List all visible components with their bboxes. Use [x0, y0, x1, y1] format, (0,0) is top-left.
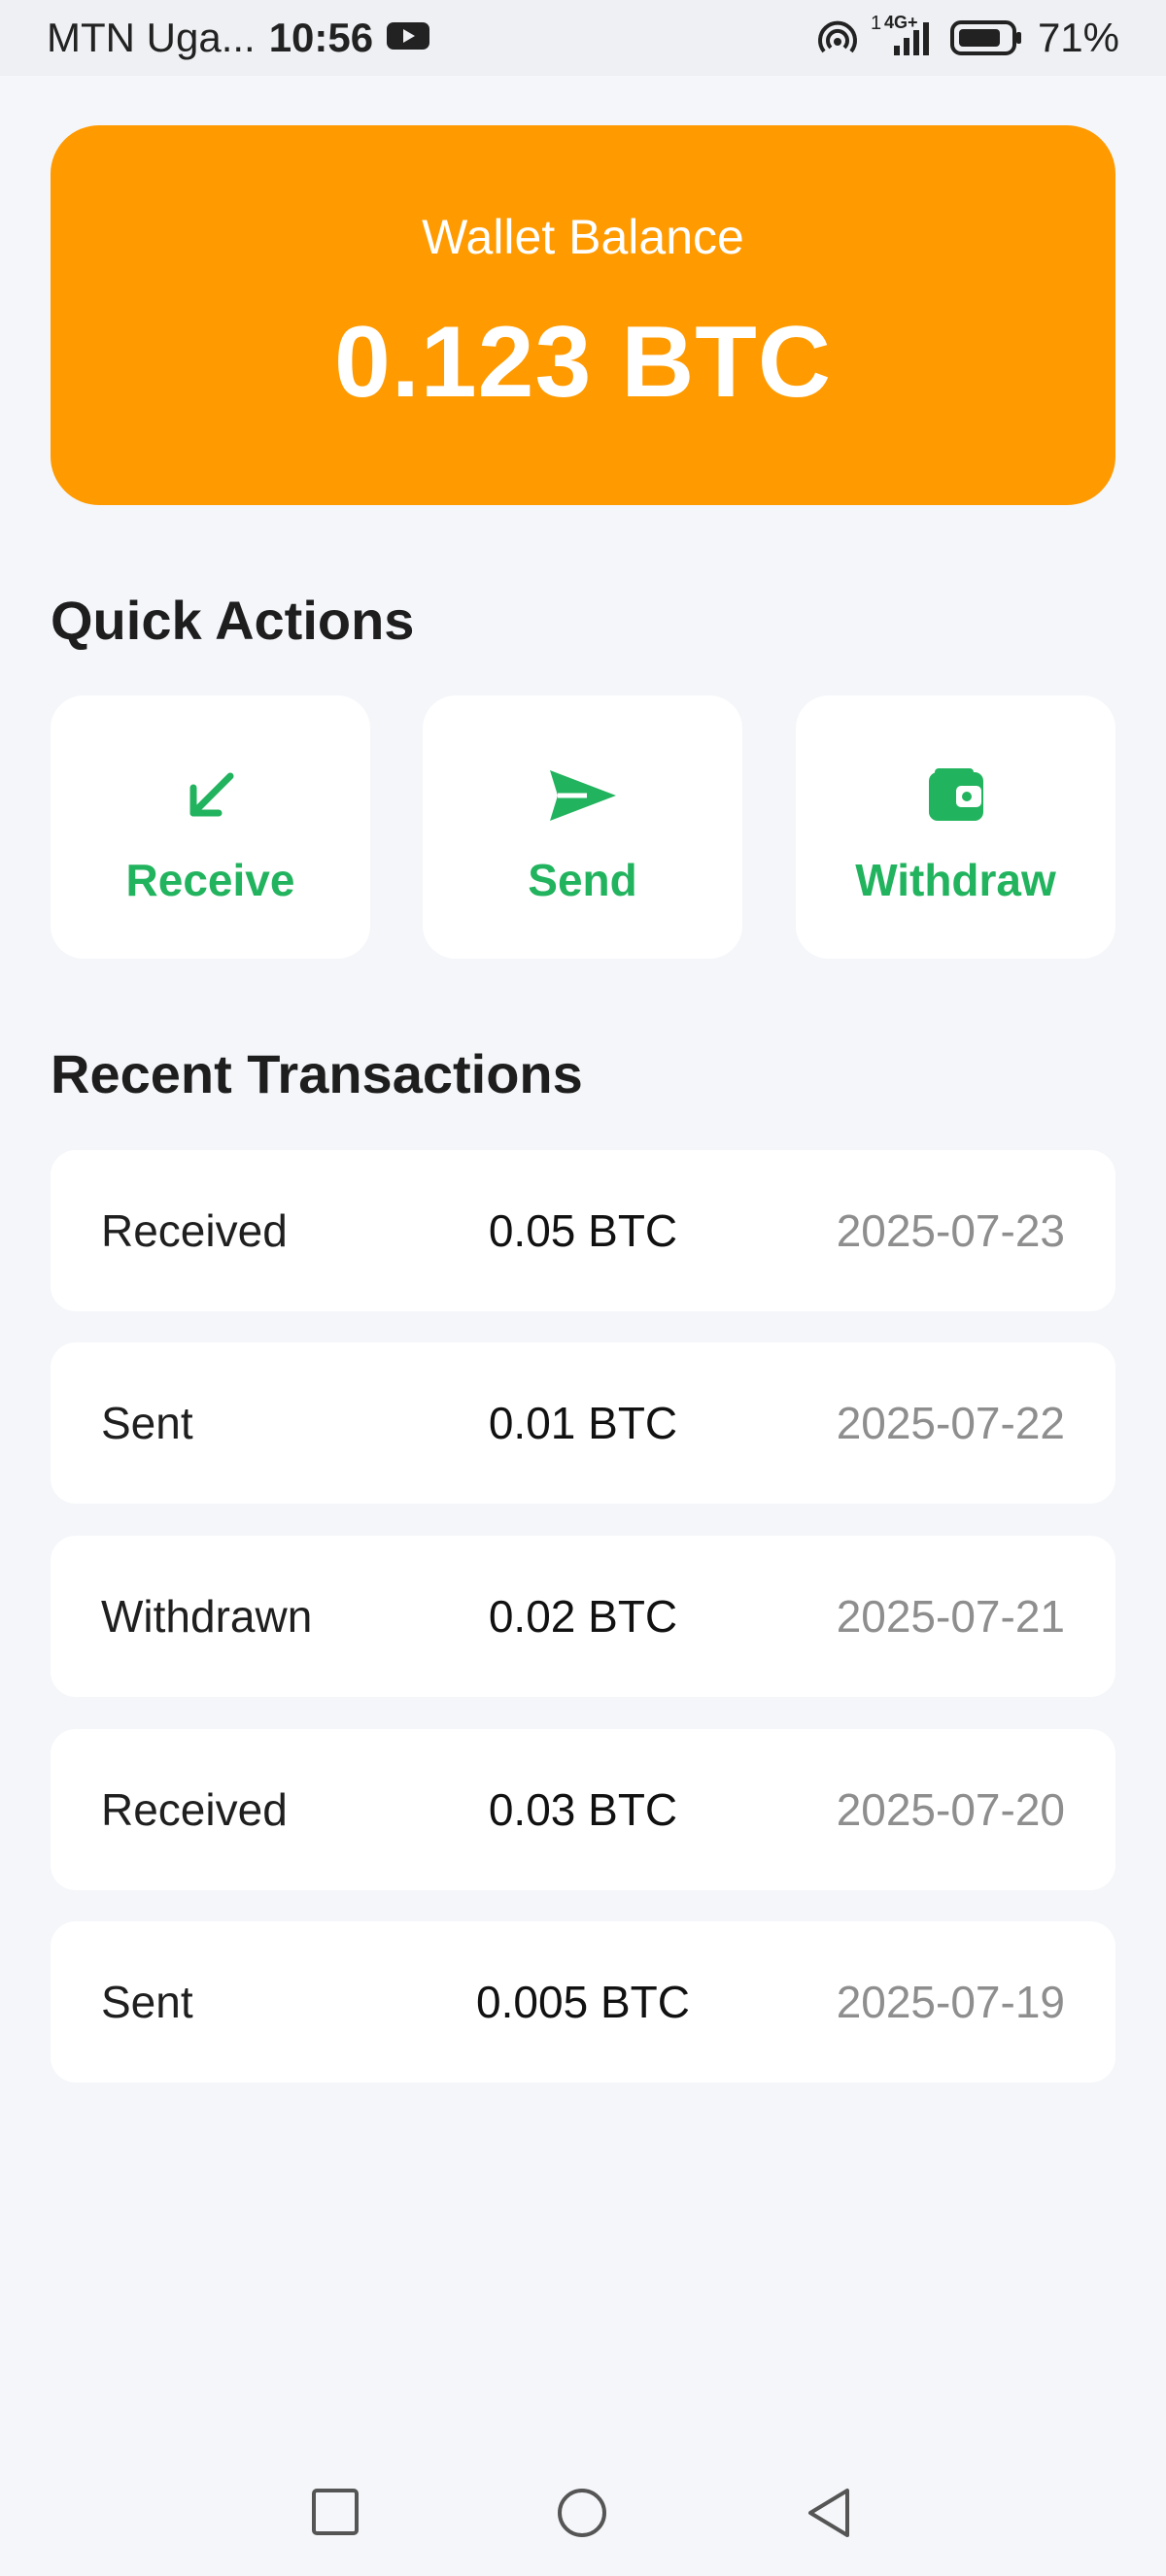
clock: 10:56 [268, 15, 374, 60]
arrow-down-left-icon [51, 752, 370, 839]
transaction-row[interactable]: Received 0.03 BTC 2025-07-20 [51, 1729, 1115, 1890]
transaction-row[interactable]: Received 0.05 BTC 2025-07-23 [51, 1150, 1115, 1311]
send-button[interactable]: Send [423, 695, 742, 959]
receive-button[interactable]: Receive [51, 695, 370, 959]
youtube-notification-icon [387, 15, 430, 61]
wallet-balance-label: Wallet Balance [422, 210, 744, 264]
battery-icon [949, 18, 1024, 57]
status-bar-left: MTN Uga... 10:56 [47, 15, 430, 61]
recents-square-icon[interactable] [310, 2487, 360, 2542]
transaction-row[interactable]: Withdrawn 0.02 BTC 2025-07-21 [51, 1536, 1115, 1697]
send-icon [423, 752, 742, 839]
carrier-name: MTN Uga... [47, 15, 256, 60]
transaction-date: 2025-07-19 [836, 1977, 1065, 2027]
status-bar-right: 1 4G+ 71% [816, 13, 1119, 61]
transaction-date: 2025-07-22 [836, 1398, 1065, 1448]
transaction-date: 2025-07-23 [836, 1205, 1065, 1256]
recent-transactions-title: Recent Transactions [51, 1043, 583, 1104]
transaction-date: 2025-07-21 [836, 1591, 1065, 1642]
wallet-icon [796, 752, 1115, 839]
transaction-row[interactable]: Sent 0.005 BTC 2025-07-19 [51, 1921, 1115, 2083]
send-label: Send [528, 855, 637, 905]
home-circle-icon[interactable] [556, 2487, 608, 2544]
sim-slot-label: 1 [870, 13, 882, 34]
battery-percent: 71% [1037, 15, 1119, 60]
status-bar: MTN Uga... 10:56 1 4G+ 71% [0, 0, 1166, 76]
back-triangle-icon[interactable] [805, 2487, 855, 2544]
signal-icon: 1 4G+ [871, 13, 937, 57]
transaction-date: 2025-07-20 [836, 1784, 1065, 1835]
network-type-label: 4G+ [883, 13, 918, 32]
withdraw-button[interactable]: Withdraw [796, 695, 1115, 959]
wallet-balance-card: Wallet Balance 0.123 BTC [51, 125, 1115, 505]
withdraw-label: Withdraw [855, 855, 1056, 905]
transaction-row[interactable]: Sent 0.01 BTC 2025-07-22 [51, 1342, 1115, 1504]
quick-actions-title: Quick Actions [51, 590, 415, 651]
wallet-balance-value: 0.123 BTC [334, 306, 832, 419]
hotspot-icon [816, 18, 859, 57]
receive-label: Receive [125, 855, 295, 905]
